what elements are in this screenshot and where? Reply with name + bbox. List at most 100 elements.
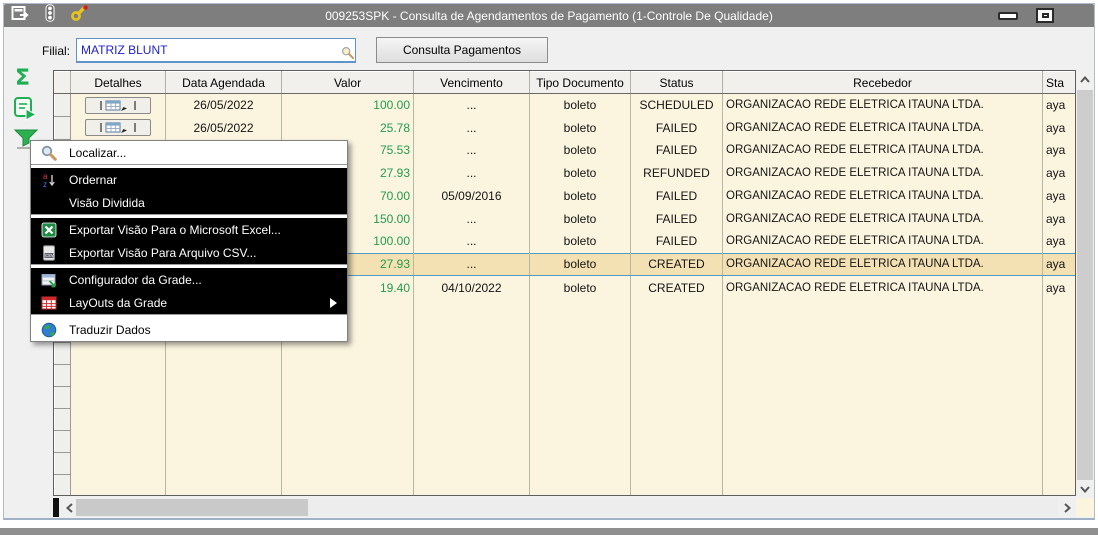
table-row[interactable]: 26/05/2022 25.78 ... boleto FAILED ORGAN… [54,115,1075,140]
cell-valor: 100.00 [281,93,414,117]
filial-input[interactable]: MATRIZ BLUNT [76,38,356,63]
svg-text:z: z [43,180,47,188]
cell-vencimento: ... [413,230,530,254]
col-header-data-agendada[interactable]: Data Agendada [165,71,282,94]
cell-recebedor: ORGANIZACAO REDE ELETRICA ITAUNA LTDA. [722,275,1043,299]
vertical-scrollbar[interactable] [1076,70,1094,498]
sum-sigma-icon[interactable]: Σ [15,66,30,91]
cell-recebedor: ORGANIZACAO REDE ELETRICA ITAUNA LTDA. [722,116,1043,140]
magnifier-icon [39,145,59,161]
horizontal-scrollbar[interactable] [60,498,1076,517]
lookup-magnifier-icon[interactable] [341,46,354,62]
cell-tipo-documento: boleto [529,184,631,208]
cell-tipo-documento: boleto [529,116,631,140]
cell-sta: aya [1042,161,1075,185]
menu-item-traduzir-dados[interactable]: Traduzir Dados [31,318,347,341]
menu-item-exportar-csv[interactable]: CSV Exportar Visão Para Arquivo CSV... [31,241,347,264]
cell-valor: 25.78 [281,116,414,140]
row-indicator-header [54,71,71,94]
scroll-up-button[interactable] [1076,70,1094,88]
sort-az-icon: a z [39,172,59,188]
cell-status: REFUNDED [630,161,723,185]
col-header-valor[interactable]: Valor [281,71,414,94]
cell-vencimento: ... [413,161,530,185]
cell-sta: aya [1042,184,1075,208]
cell-tipo-documento: boleto [529,275,631,299]
cell-sta: aya [1042,275,1075,299]
vertical-scroll-thumb[interactable] [1077,90,1093,480]
col-header-detalhes[interactable]: Detalhes [70,71,166,94]
cell-tipo-documento: boleto [529,161,631,185]
cell-vencimento: ... [413,252,530,277]
grid-layout-icon [39,295,59,311]
grid-header-row: Detalhes Data Agendada Valor Vencimento … [54,71,1075,94]
col-header-tipo-documento[interactable]: Tipo Documento [529,71,631,94]
cell-vencimento: 04/10/2022 [413,275,530,299]
menu-item-layouts-grade[interactable]: LayOuts da Grade [31,291,347,314]
filial-value: MATRIZ BLUNT [81,43,168,57]
cell-sta: aya [1042,93,1075,117]
cell-vencimento: ... [413,207,530,231]
submenu-arrow-icon [330,297,337,308]
cell-recebedor: ORGANIZACAO REDE ELETRICA ITAUNA LTDA. [722,184,1043,208]
cell-vencimento: ... [413,93,530,117]
cell-data-agendada: 26/05/2022 [165,93,282,117]
cell-recebedor: ORGANIZACAO REDE ELETRICA ITAUNA LTDA. [722,252,1043,277]
form-export-icon[interactable] [11,5,30,27]
export-grid-icon[interactable] [13,96,39,127]
col-header-recebedor[interactable]: Recebedor [722,71,1043,94]
scroll-down-button[interactable] [1076,480,1094,498]
cell-tipo-documento: boleto [529,230,631,254]
menu-item-visao-dividida[interactable]: Visão Dividida [31,191,347,214]
cell-recebedor: ORGANIZACAO REDE ELETRICA ITAUNA LTDA. [722,139,1043,162]
cell-vencimento: ... [413,139,530,162]
excel-icon [39,222,59,238]
window-title: 009253SPK - Consulta de Agendamentos de … [325,8,773,23]
traffic-light-icon[interactable] [43,4,57,27]
cell-status: SCHEDULED [630,93,723,117]
cell-recebedor: ORGANIZACAO REDE ELETRICA ITAUNA LTDA. [722,230,1043,254]
background-window-edge [0,528,1098,535]
scrollbar-corner [1076,498,1094,517]
cell-tipo-documento: boleto [529,207,631,231]
splitter-handle[interactable] [53,498,59,517]
cell-recebedor: ORGANIZACAO REDE ELETRICA ITAUNA LTDA. [722,93,1043,117]
col-header-vencimento[interactable]: Vencimento [413,71,530,94]
cell-recebedor: ORGANIZACAO REDE ELETRICA ITAUNA LTDA. [722,207,1043,231]
grid-context-menu: Localizar... a z Ordernar Visão Dividida [30,140,348,342]
grid-config-icon [39,272,59,288]
cell-tipo-documento: boleto [529,93,631,117]
cell-tipo-documento: boleto [529,139,631,162]
cell-status: FAILED [630,207,723,231]
scroll-right-button[interactable] [1058,498,1076,517]
cell-sta: aya [1042,252,1075,277]
details-button[interactable] [85,119,151,137]
col-header-status[interactable]: Status [630,71,723,94]
csv-file-icon: CSV [39,244,59,261]
consulta-pagamentos-button[interactable]: Consulta Pagamentos [376,37,548,63]
cell-status: FAILED [630,116,723,140]
cell-recebedor: ORGANIZACAO REDE ELETRICA ITAUNA LTDA. [722,161,1043,185]
cell-data-agendada: 26/05/2022 [165,116,282,140]
menu-item-localizar[interactable]: Localizar... [31,141,347,164]
restore-button[interactable] [1036,8,1054,23]
cell-status: FAILED [630,184,723,208]
table-row[interactable]: 26/05/2022 100.00 ... boleto SCHEDULED O… [54,93,1075,117]
cell-sta: aya [1042,207,1075,231]
cell-status: CREATED [630,252,723,277]
cell-vencimento: 05/09/2016 [413,184,530,208]
cell-status: CREATED [630,275,723,299]
svg-text:CSV: CSV [45,253,54,258]
minimize-button[interactable] [998,11,1018,20]
details-button[interactable] [85,96,151,114]
menu-item-configurador-grade[interactable]: Configurador da Grade... [31,268,347,291]
cell-status: FAILED [630,230,723,254]
col-header-sta[interactable]: Sta [1042,71,1075,94]
cell-sta: aya [1042,230,1075,254]
globe-icon [39,322,59,338]
filial-label: Filial: [42,44,71,58]
horizontal-scroll-thumb[interactable] [76,499,308,516]
menu-item-ordernar[interactable]: a z Ordernar [31,168,347,191]
wrench-icon[interactable] [70,4,90,27]
menu-item-exportar-excel[interactable]: Exportar Visão Para o Microsoft Excel... [31,218,347,241]
